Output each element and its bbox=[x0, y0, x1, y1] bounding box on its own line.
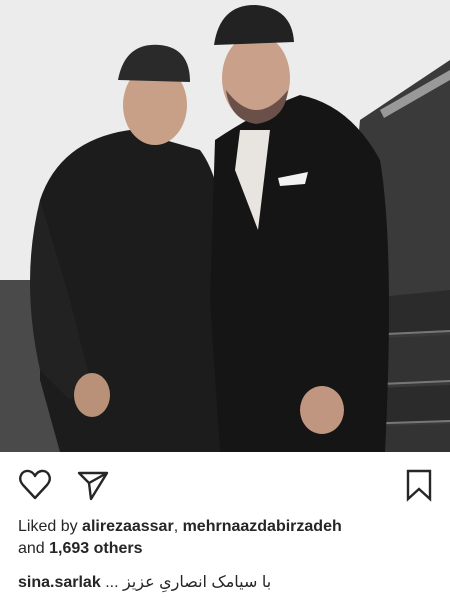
liker-link-2[interactable]: mehrnaazdabirzadeh bbox=[183, 518, 342, 535]
liker-link-1[interactable]: alirezaassar bbox=[82, 518, 174, 535]
post-action-bar bbox=[0, 452, 450, 518]
bookmark-icon[interactable] bbox=[402, 468, 436, 502]
post-caption: sina.sarlak با سیامک انصاریِ عزیز ... bbox=[18, 572, 438, 594]
likes-count-link[interactable]: 1,693 others bbox=[49, 540, 142, 557]
paper-plane-icon[interactable] bbox=[76, 468, 110, 502]
caption-username[interactable]: sina.sarlak bbox=[18, 574, 101, 591]
likes-prefix: Liked by bbox=[18, 518, 83, 535]
likes-summary: Liked by alirezaassar, mehrnaazdabirzade… bbox=[18, 516, 438, 560]
caption-text: با سیامک انصاریِ عزیز ... bbox=[105, 574, 272, 591]
post-photo[interactable] bbox=[0, 0, 450, 452]
likes-separator: , bbox=[173, 518, 183, 535]
photo-illustration bbox=[0, 0, 450, 452]
likes-and: and bbox=[18, 540, 50, 557]
heart-icon[interactable] bbox=[18, 468, 52, 502]
instagram-post: Liked by alirezaassar, mehrnaazdabirzade… bbox=[0, 0, 450, 604]
